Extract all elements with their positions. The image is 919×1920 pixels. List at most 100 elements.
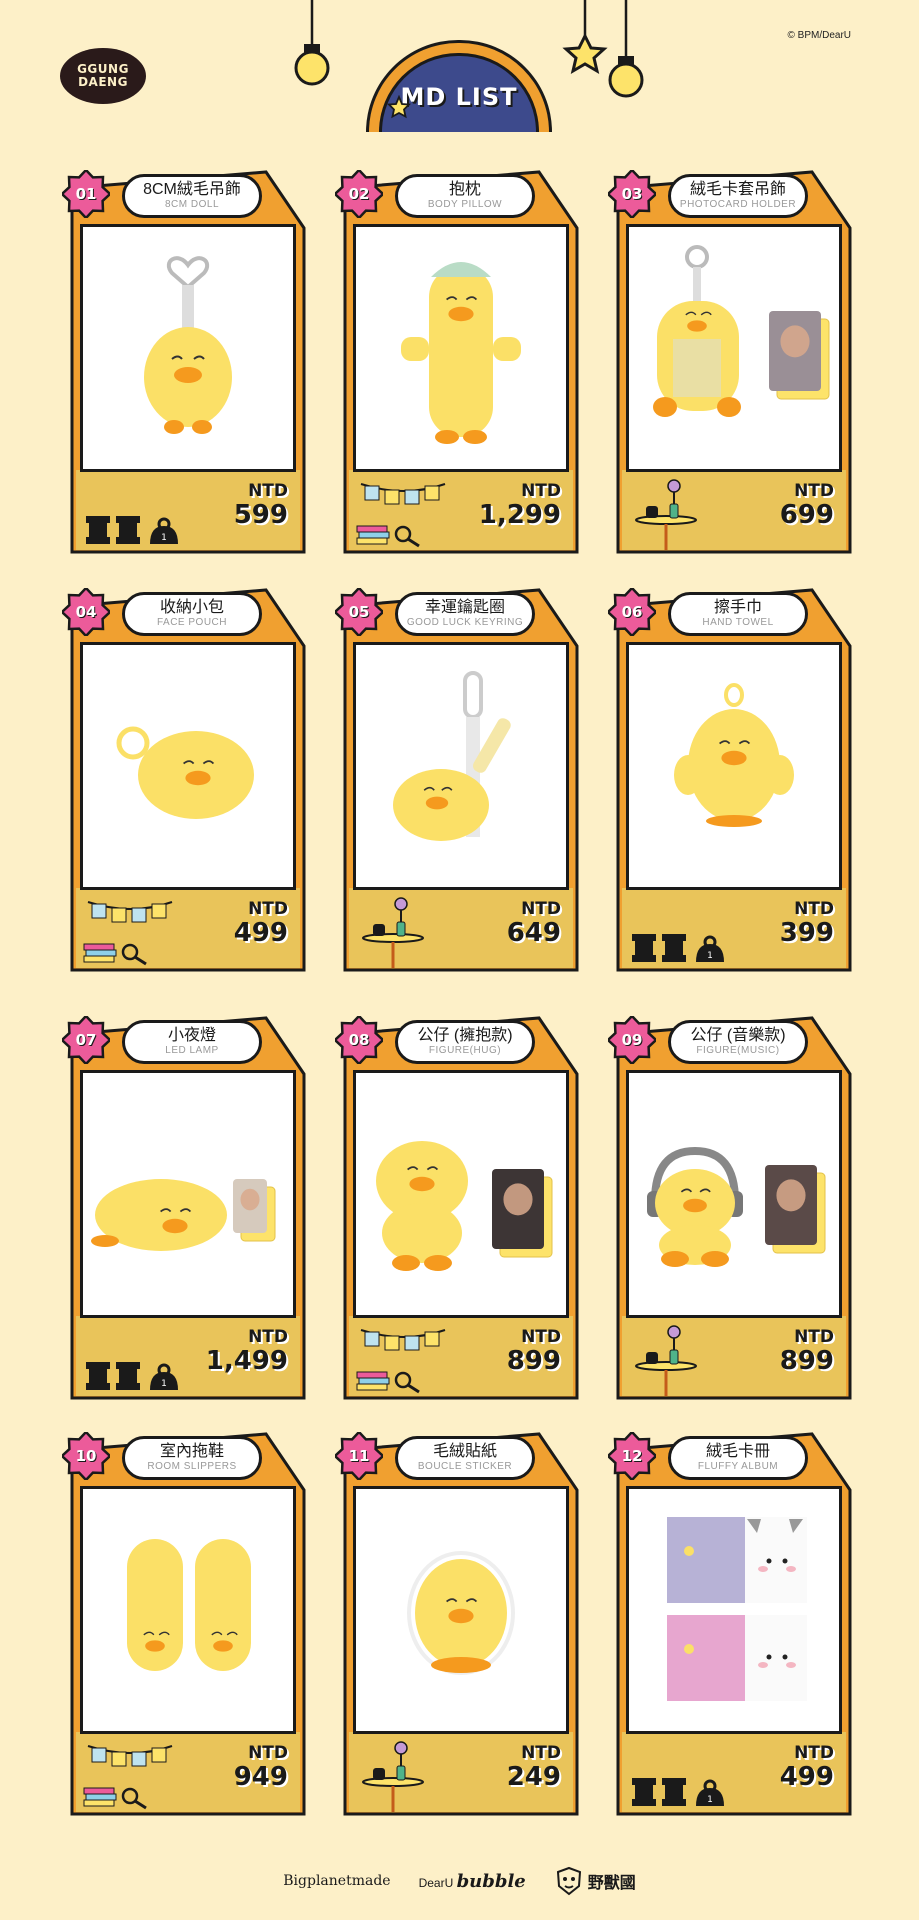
price-tag: NTD 1,499 [206,1328,288,1376]
price-value: 949 [233,1762,288,1792]
star-icon [387,95,411,119]
beast-head-icon [556,1866,581,1896]
product-name-bubble: 公仔 (音樂款) FIGURE(MUSIC) [668,1020,808,1064]
product-card[interactable]: 09 公仔 (音樂款) FIGURE(MUSIC) NTD 899 [606,1010,852,1400]
product-image-sticker [407,1551,515,1675]
product-name-en: BOUCLE STICKER [417,1461,513,1472]
product-name-bubble: 小夜燈 LED LAMP [122,1020,262,1064]
product-card[interactable]: 01 8CM絨毛吊飾 8CM DOLL 1 NTD 599 [60,164,306,554]
currency-label: NTD [794,899,834,919]
product-image-keychain-doll [144,256,232,434]
price-value: 499 [779,1762,834,1792]
product-card[interactable]: 12 絨毛卡冊 FLUFFY ALBUM 1 NTD 499 [606,1426,852,1816]
item-number-badge: 02 [333,168,385,220]
item-number-badge: 01 [60,168,112,220]
price-value: 1,299 [478,500,561,530]
price-tag: NTD 899 [507,1328,561,1376]
product-card[interactable]: 10 室內拖鞋 ROOM SLIPPERS NTD 949 [60,1426,306,1816]
yss-logo: 野獸國 [554,1866,636,1896]
copyright-text: © BPM/DearU [787,30,852,41]
price-value: 249 [506,1762,561,1792]
item-number-badge: 08 [333,1014,385,1066]
bigplanet-made-logo: Bigplanetmade [283,1873,391,1889]
decor-props-banner [83,901,173,966]
price-value: 499 [233,918,288,948]
product-name-zh: 小夜燈 [167,1027,216,1044]
product-name-en: FLUFFY ALBUM [697,1461,779,1472]
currency-label: NTD [521,481,561,501]
product-name-en: FIGURE(HUG) [428,1045,502,1056]
product-card[interactable]: 04 收納小包 FACE POUCH NTD 499 [60,582,306,972]
product-name-bubble: 絨毛卡套吊飾 PHOTOCARD HOLDER [668,174,808,218]
product-photo [80,642,296,890]
product-card[interactable]: 07 小夜燈 LED LAMP 1 NTD 1,499 [60,1010,306,1400]
svg-text:1: 1 [707,1795,713,1805]
product-photo [626,1486,842,1734]
product-name-en: FACE POUCH [156,617,227,628]
product-image-body-pillow [401,262,521,444]
decor-props-banner [356,1329,446,1394]
product-card[interactable]: 08 公仔 (擁抱款) FIGURE(HUG) NTD 899 [333,1010,579,1400]
product-name-zh: 毛絨貼紙 [432,1443,497,1460]
decor-props-weights: 1 [632,934,724,962]
item-number-badge: 09 [606,1014,658,1066]
currency-label: NTD [521,1743,561,1763]
product-image-album [667,1517,807,1701]
product-photo [80,1486,296,1734]
decor-props-banner [356,483,446,548]
currency-label: NTD [248,1743,288,1763]
product-card[interactable]: 06 擦手巾 HAND TOWEL 1 NTD 399 [606,582,852,972]
product-name-zh: 公仔 (音樂款) [690,1027,786,1044]
product-photo [626,1070,842,1318]
price-value: 899 [779,1346,834,1376]
product-image-figure-hug [376,1141,553,1271]
product-name-en: PHOTOCARD HOLDER [679,199,797,210]
decor-props-weights: 1 [86,516,178,544]
product-card[interactable]: 03 絨毛卡套吊飾 PHOTOCARD HOLDER NTD 699 [606,164,852,554]
decor-props-weights: 1 [632,1778,724,1806]
item-number-badge: 12 [606,1430,658,1482]
product-image-pouch [116,726,254,819]
currency-label: NTD [248,1327,288,1347]
currency-label: NTD [248,899,288,919]
price-value: 399 [779,918,834,948]
product-card[interactable]: 11 毛絨貼紙 BOUCLE STICKER NTD 249 [333,1426,579,1816]
item-number-badge: 03 [606,168,658,220]
price-value: 899 [506,1346,561,1376]
price-tag: NTD 399 [780,900,834,948]
product-image-towel [674,683,794,827]
product-image-card-holder [653,245,830,417]
item-number-badge: 11 [333,1430,385,1482]
price-tag: NTD 649 [507,900,561,948]
price-tag: NTD 499 [780,1744,834,1792]
currency-label: NTD [794,1743,834,1763]
svg-text:1: 1 [707,951,713,961]
product-name-zh: 擦手巾 [713,599,762,616]
product-name-en: LED LAMP [165,1045,219,1056]
product-photo [353,1070,569,1318]
price-tag: NTD 499 [234,900,288,948]
product-name-bubble: 擦手巾 HAND TOWEL [668,592,808,636]
product-name-bubble: 公仔 (擁抱款) FIGURE(HUG) [395,1020,535,1064]
product-name-en: 8CM DOLL [164,199,219,210]
price-tag: NTD 249 [507,1744,561,1792]
decor-props-weights: 1 [86,1362,178,1390]
product-name-zh: 收納小包 [159,599,224,616]
sponsor-footer: Bigplanetmade DearU bubble 野獸國 [0,1856,919,1906]
product-name-bubble: 抱枕 BODY PILLOW [395,174,535,218]
price-tag: NTD 899 [780,1328,834,1376]
product-name-zh: 絨毛卡套吊飾 [689,181,786,198]
product-photo [80,1070,296,1318]
product-card[interactable]: 02 抱枕 BODY PILLOW NTD 1,299 [333,164,579,554]
svg-text:1: 1 [161,533,167,543]
product-name-bubble: 幸運鑰匙圈 GOOD LUCK KEYRING [395,592,535,636]
currency-label: NTD [521,899,561,919]
product-name-bubble: 收納小包 FACE POUCH [122,592,262,636]
product-name-zh: 絨毛卡冊 [705,1443,770,1460]
product-photo [353,224,569,472]
price-tag: NTD 1,299 [479,482,561,530]
product-card[interactable]: 05 幸運鑰匙圈 GOOD LUCK KEYRING NTD 649 [333,582,579,972]
currency-label: NTD [794,481,834,501]
item-number-badge: 07 [60,1014,112,1066]
page-title: MD LIST [400,83,518,111]
